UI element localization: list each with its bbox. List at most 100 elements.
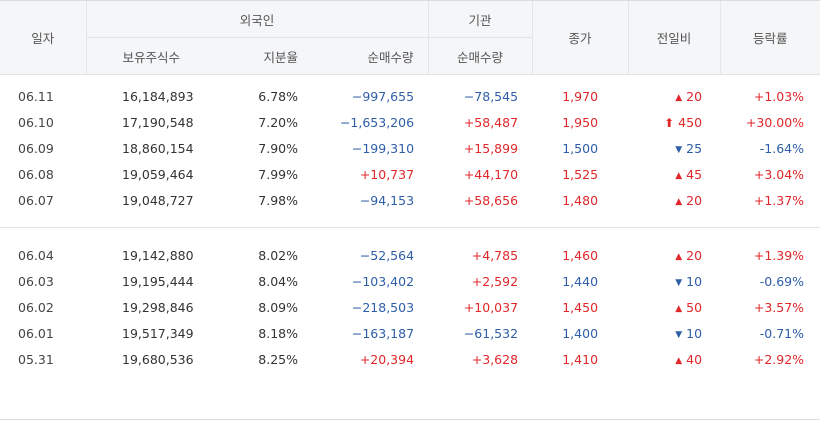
change-cell: ▼ 25: [628, 135, 720, 161]
date-cell: 06.03: [18, 273, 54, 289]
close-cell: 1,440: [562, 273, 599, 289]
date-cell: 06.11: [18, 88, 54, 104]
change-value: 20: [686, 192, 703, 208]
inst-net-cell: +2,592: [471, 273, 519, 289]
rate-cell: +3.57%: [753, 299, 805, 315]
up-triangle-icon: ▲: [675, 196, 683, 207]
inst-net-cell: +15,899: [463, 140, 519, 156]
date-cell: 06.04: [18, 247, 54, 263]
ratio-cell: 7.20%: [258, 114, 298, 130]
change-value: 50: [686, 299, 703, 315]
inst-net-cell: +44,170: [463, 166, 519, 182]
investor-trading-table: 일자 외국인 기관 종가 전일비 등락률 보유주식수 지분율 순매수량 순매수량…: [0, 0, 820, 372]
up-triangle-icon: ▲: [675, 303, 683, 314]
date-cell: 06.02: [18, 299, 54, 315]
rate-cell: -0.71%: [759, 325, 805, 341]
table-header: 일자 외국인 기관 종가 전일비 등락률 보유주식수 지분율 순매수량 순매수량: [0, 0, 820, 75]
ratio-cell: 8.25%: [258, 351, 298, 367]
table-row: 06.04 19,142,880 8.02% −52,564 +4,785 1,460 ▲ 2…: [0, 242, 820, 268]
table-row: 06.08 19,059,464 7.99% +10,737 +44,170 1,525 ▲…: [0, 161, 820, 187]
group-separator-bottom: [0, 228, 820, 243]
change-cell: ▲ 20: [628, 242, 720, 268]
top-spacer: [0, 75, 820, 84]
date-cell: 06.09: [18, 140, 54, 156]
foreign-net-cell: −1,653,206: [339, 114, 415, 130]
rate-cell: +1.03%: [753, 88, 805, 104]
holding-cell: 19,059,464: [122, 166, 194, 182]
inst-net-cell: +4,785: [471, 247, 519, 263]
close-cell: 1,525: [562, 166, 599, 182]
investor-trading-table-container: 일자 외국인 기관 종가 전일비 등락률 보유주식수 지분율 순매수량 순매수량…: [0, 0, 820, 425]
ratio-cell: 8.04%: [258, 273, 298, 289]
close-cell: 1,410: [562, 351, 599, 367]
foreign-net-cell: −199,310: [351, 140, 415, 156]
header-foreign-net: 순매수량: [314, 37, 429, 75]
foreign-net-cell: −163,187: [351, 325, 415, 341]
inst-net-cell: +58,656: [463, 192, 519, 208]
holding-cell: 19,142,880: [122, 247, 194, 263]
foreign-net-cell: −103,402: [351, 273, 415, 289]
close-cell: 1,480: [562, 192, 599, 208]
rate-cell: +1.37%: [753, 192, 805, 208]
change-value: 10: [686, 273, 703, 289]
inst-net-cell: +58,487: [463, 114, 519, 130]
ratio-cell: 7.99%: [258, 166, 298, 182]
change-cell: ▲ 50: [628, 294, 720, 320]
holding-cell: 18,860,154: [122, 140, 194, 156]
holding-cell: 19,048,727: [122, 192, 194, 208]
change-cell: ▼ 10: [628, 268, 720, 294]
header-rate: 등락률: [719, 0, 820, 75]
foreign-net-cell: −94,153: [359, 192, 415, 208]
date-cell: 06.08: [18, 166, 54, 182]
holding-cell: 19,680,536: [122, 351, 194, 367]
inst-net-cell: +3,628: [471, 351, 519, 367]
close-cell: 1,950: [562, 114, 599, 130]
foreign-net-cell: +10,737: [359, 166, 415, 182]
inst-net-cell: −61,532: [463, 325, 519, 341]
holding-cell: 19,195,444: [122, 273, 194, 289]
ratio-cell: 8.18%: [258, 325, 298, 341]
holding-cell: 16,184,893: [122, 88, 194, 104]
table-row: 05.31 19,680,536 8.25% +20,394 +3,628 1,410 ▲ 4…: [0, 346, 820, 372]
date-cell: 05.31: [18, 351, 54, 367]
rate-cell: +3.04%: [753, 166, 805, 182]
ratio-cell: 6.78%: [258, 88, 298, 104]
table-row: 06.11 16,184,893 6.78% −997,655 −78,545 1,970…: [0, 83, 820, 109]
foreign-net-cell: +20,394: [359, 351, 415, 367]
up-triangle-icon: ▲: [675, 170, 683, 181]
change-value: 40: [686, 351, 703, 367]
change-cell: ⬆ 450: [628, 109, 720, 135]
foreign-net-cell: −218,503: [351, 299, 415, 315]
table-row: 06.01 19,517,349 8.18% −163,187 −61,532 1,400…: [0, 320, 820, 346]
change-value: 20: [686, 88, 703, 104]
table-row: 06.03 19,195,444 8.04% −103,402 +2,592 1,440 ▼…: [0, 268, 820, 294]
close-cell: 1,460: [562, 247, 599, 263]
foreign-net-cell: −997,655: [351, 88, 415, 104]
date-cell: 06.10: [18, 114, 54, 130]
date-cell: 06.01: [18, 325, 54, 341]
holding-cell: 19,298,846: [122, 299, 194, 315]
rate-cell: -0.69%: [759, 273, 805, 289]
up-triangle-icon: ▲: [675, 355, 683, 366]
header-close: 종가: [531, 0, 629, 75]
header-ratio: 지분율: [200, 37, 314, 75]
change-cell: ▼ 10: [628, 320, 720, 346]
rate-cell: +1.39%: [753, 247, 805, 263]
header-date: 일자: [0, 0, 86, 75]
change-cell: ▲ 45: [628, 161, 720, 187]
table-row: 06.09 18,860,154 7.90% −199,310 +15,899 1,500…: [0, 135, 820, 161]
group-separator: [0, 213, 820, 228]
ratio-cell: 7.90%: [258, 140, 298, 156]
holding-cell: 19,517,349: [122, 325, 194, 341]
close-cell: 1,970: [562, 88, 599, 104]
table-row: 06.02 19,298,846 8.09% −218,503 +10,037 1,450…: [0, 294, 820, 320]
change-cell: ▲ 40: [628, 346, 720, 372]
upper-limit-arrow-icon: ⬆: [664, 115, 675, 130]
holding-cell: 17,190,548: [122, 114, 194, 130]
ratio-cell: 8.02%: [258, 247, 298, 263]
header-foreign: 외국인: [85, 0, 429, 38]
table-bottom-border: [0, 419, 820, 420]
change-value: 10: [686, 325, 703, 341]
header-holding: 보유주식수: [85, 37, 200, 75]
up-triangle-icon: ▲: [675, 92, 683, 103]
